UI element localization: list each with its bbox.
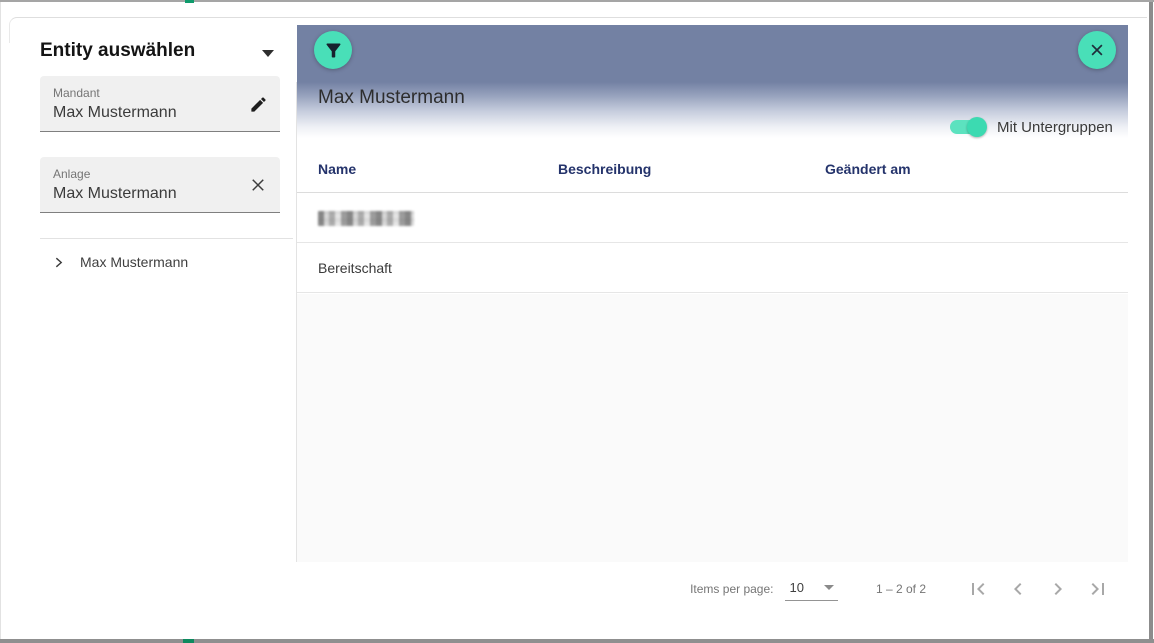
chevron-right-icon <box>1054 582 1062 595</box>
close-x-icon <box>1091 44 1103 56</box>
column-header-geaendert-am[interactable]: Geändert am <box>825 161 911 177</box>
table-empty-area <box>297 294 1128 562</box>
mandant-field-label: Mandant <box>53 86 100 100</box>
window-bottom-accent <box>183 639 194 643</box>
anlage-field-label: Anlage <box>53 167 91 181</box>
table-row[interactable]: Bereitschaft <box>297 243 1128 293</box>
anlage-field[interactable]: Anlage Max Mustermann <box>40 157 280 213</box>
last-page-button[interactable] <box>1086 577 1110 601</box>
paginator: Items per page: 10 1 – 2 of 2 <box>297 562 1128 615</box>
untergruppen-toggle[interactable] <box>950 117 987 137</box>
next-page-button[interactable] <box>1046 577 1070 601</box>
tree-item-label: Max Mustermann <box>80 254 189 270</box>
paginator-range-label: 1 – 2 of 2 <box>875 581 926 596</box>
tree-item-mandant[interactable]: Max Mustermann <box>52 254 188 270</box>
panel-toolbar <box>297 25 1128 82</box>
chevron-right-icon[interactable] <box>52 256 65 269</box>
mandant-field[interactable]: Mandant Max Mustermann <box>40 76 280 132</box>
toggle-label: Mit Untergruppen <box>997 119 1113 136</box>
window-bottom-edge <box>0 639 1154 643</box>
window-top-edge <box>0 0 1154 2</box>
window-left-edge <box>0 2 1 639</box>
table-header-row: Name Beschreibung Geändert am <box>297 145 1128 193</box>
first-page-icon <box>972 582 985 595</box>
first-page-button[interactable] <box>966 577 990 601</box>
page-size-select[interactable]: 10 <box>785 577 838 601</box>
row-name-cell: Bereitschaft <box>318 260 392 276</box>
window-scrollbar-strip[interactable] <box>1149 2 1153 639</box>
toggle-thumb[interactable] <box>967 117 987 137</box>
previous-page-button[interactable] <box>1006 577 1030 601</box>
entity-select-dialog: Entity auswählen Mandant Max Mustermann … <box>0 0 1154 643</box>
clear-icon[interactable] <box>247 174 269 196</box>
table-row[interactable] <box>297 193 1128 243</box>
column-header-beschreibung[interactable]: Beschreibung <box>558 161 651 177</box>
close-button[interactable] <box>1078 31 1116 69</box>
items-per-page-label: Items per page: <box>690 581 774 596</box>
anlage-field-value: Max Mustermann <box>53 185 177 202</box>
panel-title: Max Mustermann <box>318 87 465 108</box>
select-caret-icon <box>823 584 834 590</box>
main-panel: Max Mustermann Mit Untergruppen Name Bes… <box>297 25 1128 617</box>
window-top-accent <box>185 0 194 3</box>
paginator-nav <box>966 577 1110 601</box>
edit-icon[interactable] <box>247 93 269 115</box>
sidebar-divider <box>40 238 293 239</box>
mandant-field-value: Max Mustermann <box>53 104 177 121</box>
filter-button[interactable] <box>314 31 352 69</box>
redacted-name-cell <box>318 211 414 226</box>
column-header-name[interactable]: Name <box>318 161 356 177</box>
chevron-left-icon <box>1014 582 1022 595</box>
page-size-value: 10 <box>789 579 804 595</box>
filter-funnel-icon <box>325 43 340 57</box>
last-page-icon <box>1091 582 1104 595</box>
caret-down-icon[interactable] <box>262 50 274 57</box>
sidebar-title: Entity auswählen <box>40 40 196 61</box>
